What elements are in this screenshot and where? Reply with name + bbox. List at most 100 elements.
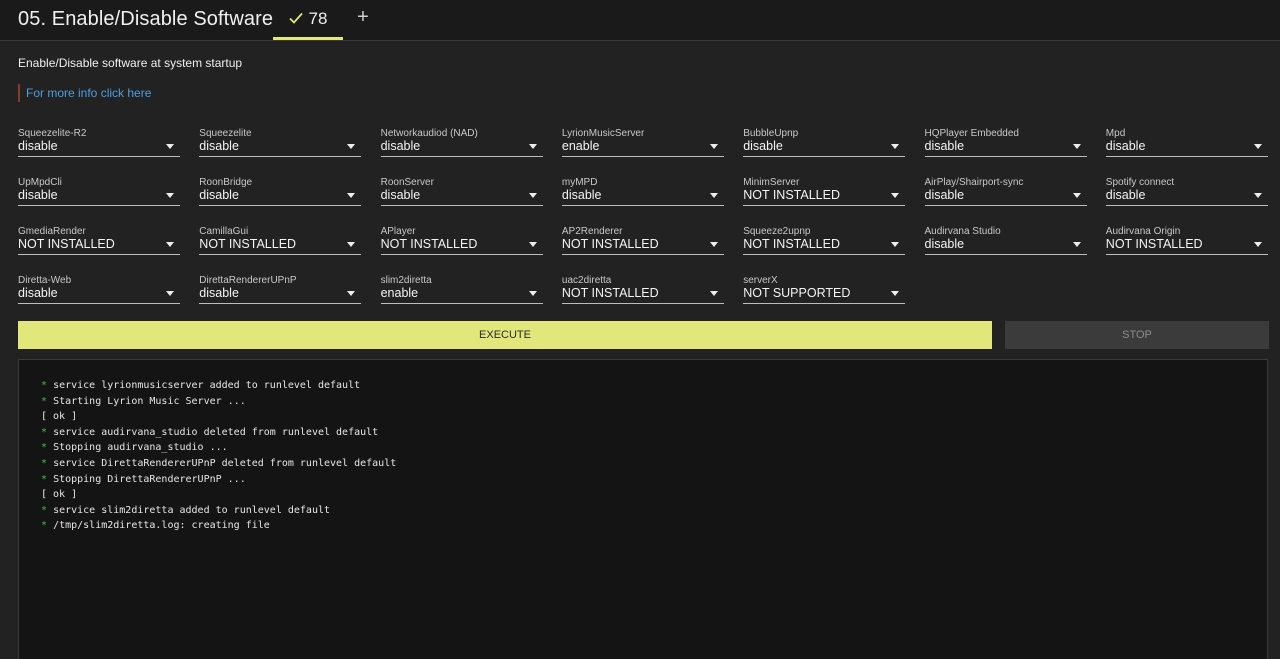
- dropdown-caret-icon: [166, 144, 174, 149]
- software-select[interactable]: Squeeze2upnp NOT INSTALLED: [743, 226, 906, 255]
- software-select-value: NOT INSTALLED: [561, 286, 659, 300]
- software-select[interactable]: GmediaRender NOT INSTALLED: [18, 226, 180, 255]
- software-select[interactable]: myMPD disable: [561, 177, 724, 206]
- software-select-value: disable: [924, 139, 965, 153]
- software-select-label: RoonServer: [380, 177, 434, 188]
- dropdown-caret-icon: [528, 193, 537, 198]
- software-select[interactable]: Squeezelite-R2 disable: [18, 128, 180, 157]
- dropdown-caret-icon: [347, 242, 356, 247]
- console-output: * service lyrionmusicserver added to run…: [18, 359, 1268, 659]
- software-select[interactable]: BubbleUpnp disable: [743, 128, 906, 157]
- software-select[interactable]: Networkaudiod (NAD) disable: [380, 128, 543, 157]
- software-select[interactable]: AirPlay/Shairport-sync disable: [924, 177, 1087, 206]
- software-select-value: NOT INSTALLED: [743, 237, 840, 251]
- console-text: Stopping DirettaRendererUPnP ...: [53, 473, 246, 485]
- dropdown-caret-icon: [166, 193, 174, 198]
- software-select-value: disable: [18, 286, 58, 300]
- add-tab-button[interactable]: +: [352, 6, 374, 30]
- software-select[interactable]: AP2Renderer NOT INSTALLED: [561, 226, 724, 255]
- software-select-value: disable: [380, 139, 421, 153]
- software-select-value: disable: [561, 188, 602, 202]
- software-select[interactable]: HQPlayer Embedded disable: [924, 128, 1087, 157]
- console-text: [ ok ]: [41, 411, 78, 423]
- software-select-value: NOT SUPPORTED: [743, 286, 851, 300]
- console-line: * service DirettaRendererUPnP deleted fr…: [41, 456, 396, 472]
- software-select-label: Diretta-Web: [18, 275, 72, 286]
- software-select[interactable]: APlayer NOT INSTALLED: [380, 226, 543, 255]
- software-select-value: enable: [561, 139, 600, 153]
- software-select-value: NOT INSTALLED: [561, 237, 659, 251]
- top-bar: 05. Enable/Disable Software 78 +: [0, 0, 1280, 41]
- software-select-value: disable: [199, 139, 239, 153]
- software-select[interactable]: Spotify connect disable: [1105, 177, 1268, 206]
- software-select[interactable]: Audirvana Studio disable: [924, 226, 1087, 255]
- software-select-value: NOT INSTALLED: [199, 237, 297, 251]
- console-line: * Starting Lyrion Music Server ...: [41, 394, 396, 410]
- software-select[interactable]: MinimServer NOT INSTALLED: [743, 177, 906, 206]
- software-select[interactable]: LyrionMusicServer enable: [561, 128, 724, 157]
- software-select-label: Networkaudiod (NAD): [380, 128, 478, 139]
- software-select[interactable]: UpMpdCli disable: [18, 177, 180, 206]
- software-select-label: Mpd: [1105, 128, 1126, 139]
- software-select-label: uac2diretta: [561, 275, 612, 286]
- more-info-link[interactable]: For more info click here: [18, 84, 151, 102]
- page-title: 05. Enable/Disable Software: [18, 8, 274, 30]
- software-select[interactable]: DirettaRendererUPnP disable: [199, 275, 362, 304]
- dropdown-caret-icon: [1253, 193, 1262, 198]
- console-text: service DirettaRendererUPnP deleted from…: [53, 457, 397, 469]
- software-select-label: myMPD: [561, 177, 598, 188]
- software-select-label: Squeezelite-R2: [18, 128, 87, 139]
- software-select[interactable]: CamillaGui NOT INSTALLED: [199, 226, 362, 255]
- console-line: * /tmp/slim2diretta.log: creating file: [41, 518, 396, 534]
- software-select[interactable]: serverX NOT SUPPORTED: [743, 275, 906, 304]
- software-select[interactable]: Squeezelite disable: [199, 128, 362, 157]
- software-select-value: disable: [199, 286, 239, 300]
- console-text: /tmp/slim2diretta.log: creating file: [53, 520, 270, 532]
- console-text: service audirvana_studio deleted from ru…: [53, 426, 379, 438]
- dropdown-caret-icon: [891, 291, 900, 296]
- console-line: [ ok ]: [41, 487, 396, 503]
- software-select-label: serverX: [743, 275, 778, 286]
- console-bullet: *: [41, 520, 48, 532]
- dropdown-caret-icon: [347, 291, 356, 296]
- dropdown-caret-icon: [528, 144, 537, 149]
- console-line: * Stopping audirvana_studio ...: [41, 440, 396, 456]
- dropdown-caret-icon: [1072, 193, 1081, 198]
- software-select-label: Squeezelite: [199, 128, 252, 139]
- console-lines: * service lyrionmusicserver added to run…: [41, 378, 396, 534]
- software-select[interactable]: RoonServer disable: [380, 177, 543, 206]
- software-select-value: disable: [743, 139, 783, 153]
- dropdown-caret-icon: [1253, 144, 1262, 149]
- software-select[interactable]: Mpd disable: [1105, 128, 1268, 157]
- software-select-label: AirPlay/Shairport-sync: [924, 177, 1024, 188]
- tab-current[interactable]: 78: [273, 0, 343, 40]
- console-line: * service lyrionmusicserver added to run…: [41, 378, 396, 394]
- dropdown-caret-icon: [347, 144, 356, 149]
- execute-button[interactable]: EXECUTE: [18, 321, 992, 349]
- software-select[interactable]: RoonBridge disable: [199, 177, 362, 206]
- software-select-value: disable: [199, 188, 239, 202]
- dropdown-caret-icon: [891, 193, 900, 198]
- software-select-value: NOT INSTALLED: [743, 188, 840, 202]
- console-line: * Stopping DirettaRendererUPnP ...: [41, 472, 396, 488]
- console-text: Stopping audirvana_studio ...: [53, 442, 228, 454]
- software-select-value: disable: [924, 237, 965, 251]
- dropdown-caret-icon: [709, 291, 718, 296]
- console-text: Starting Lyrion Music Server ...: [53, 395, 246, 407]
- console-text: service lyrionmusicserver added to runle…: [53, 380, 361, 391]
- dropdown-caret-icon: [528, 242, 537, 247]
- dropdown-caret-icon: [528, 291, 537, 296]
- software-select[interactable]: uac2diretta NOT INSTALLED: [561, 275, 724, 304]
- console-text: [ ok ]: [41, 489, 78, 501]
- console-bullet: *: [41, 442, 48, 454]
- tab-count: 78: [308, 8, 328, 28]
- stop-button[interactable]: STOP: [1005, 321, 1269, 349]
- console-bullet: *: [41, 395, 48, 407]
- software-select[interactable]: Diretta-Web disable: [18, 275, 180, 304]
- software-select[interactable]: slim2diretta enable: [380, 275, 543, 304]
- software-select-label: HQPlayer Embedded: [924, 128, 1020, 139]
- dropdown-caret-icon: [1253, 242, 1262, 247]
- software-select[interactable]: Audirvana Origin NOT INSTALLED: [1105, 226, 1268, 255]
- software-select-value: disable: [924, 188, 965, 202]
- software-select-value: disable: [1105, 139, 1146, 153]
